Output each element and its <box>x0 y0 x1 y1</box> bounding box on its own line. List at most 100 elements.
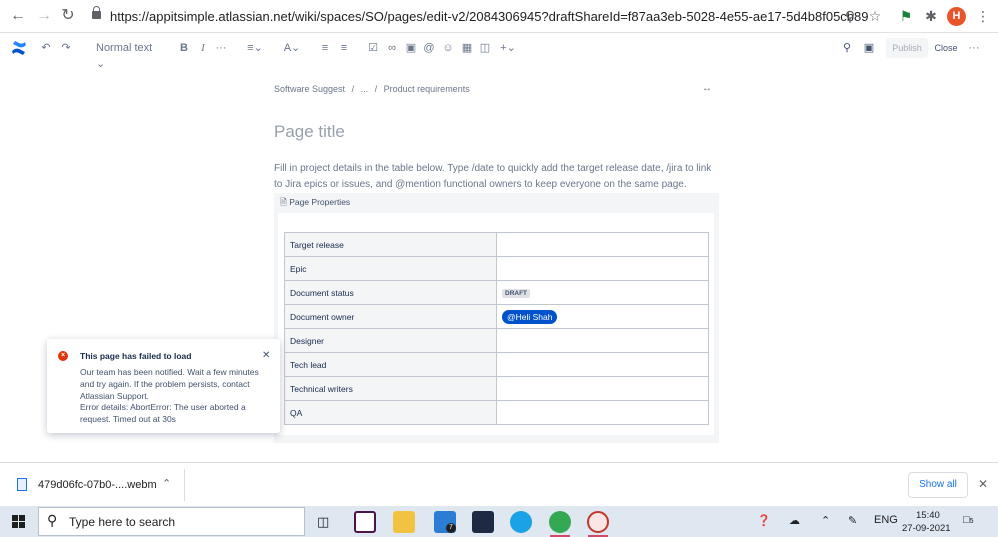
chevron-up-icon[interactable]: ⌃ <box>821 514 830 527</box>
browser-menu-icon[interactable]: ⋮ <box>975 8 991 24</box>
forward-arrow-icon[interactable]: → <box>34 6 54 26</box>
more-formatting-icon[interactable]: ··· <box>215 40 227 56</box>
table-row: Epic <box>284 256 709 281</box>
powershell-icon[interactable] <box>472 511 494 533</box>
breadcrumb-parent-link[interactable]: Product requirements <box>384 84 470 94</box>
redo-icon[interactable]: ↷ <box>60 40 72 56</box>
phone-app-icon[interactable]: 7 <box>434 511 456 533</box>
link-icon[interactable]: ∞ <box>386 40 398 56</box>
search-icon: ⚲ <box>47 512 58 528</box>
checkbox-icon[interactable]: ☑ <box>367 40 379 56</box>
close-button[interactable]: Close <box>934 38 958 58</box>
clock-time[interactable]: 15:40 <box>916 510 940 521</box>
language-indicator[interactable]: ENG <box>874 514 898 526</box>
pen-icon[interactable]: ✎ <box>848 514 857 527</box>
page-properties-macro[interactable]: 🗎 Page Properties Target release Epic Do… <box>274 193 719 443</box>
restrictions-icon[interactable]: ▣ <box>863 40 875 56</box>
profile-avatar[interactable]: H <box>947 7 966 26</box>
notification-icon[interactable]: □5 <box>963 514 974 526</box>
table-key-cell[interactable]: Document status <box>284 280 497 305</box>
address-bar[interactable]: https://appitsimple.atlassian.net/wiki/s… <box>110 9 869 24</box>
macro-title: Page Properties <box>289 197 351 207</box>
undo-icon[interactable]: ↶ <box>40 40 52 56</box>
table-value-cell[interactable] <box>496 256 709 281</box>
emoji-icon[interactable]: ☺ <box>442 40 454 56</box>
table-icon[interactable]: ▦ <box>461 40 473 56</box>
breadcrumb-space-link[interactable]: Software Suggest <box>274 84 345 94</box>
bullet-list-icon[interactable]: ≡ <box>319 40 331 56</box>
reload-icon[interactable]: ↻ <box>58 6 78 26</box>
page-title-input[interactable]: Page title <box>274 122 345 142</box>
table-value-cell[interactable] <box>496 400 709 425</box>
publish-button[interactable]: Publish <box>886 38 928 58</box>
table-key-cell[interactable]: Target release <box>284 232 497 257</box>
download-item[interactable]: 479d06fc-07b0-....webm <box>38 479 157 491</box>
table-value-cell[interactable] <box>496 352 709 377</box>
search-placeholder: Type here to search <box>69 515 176 529</box>
back-arrow-icon[interactable]: ← <box>8 6 28 26</box>
table-row: Designer <box>284 328 709 353</box>
windows-taskbar: ⚲ Type here to search ◫ 7 ❓ ☁ ⌃ ✎ ENG 15… <box>0 506 998 537</box>
error-message: Our team has been notified. Wait a few m… <box>80 367 275 426</box>
show-all-button[interactable]: Show all <box>908 472 968 498</box>
italic-icon[interactable]: I <box>197 40 209 56</box>
task-view-icon[interactable]: ◫ <box>317 514 329 530</box>
table-key-cell[interactable]: Document owner <box>284 304 497 329</box>
user-mention[interactable]: @Heli Shah <box>502 309 558 324</box>
text-color-dropdown-icon[interactable]: A⌄ <box>282 40 302 56</box>
properties-table: Target release Epic Document status DRAF… <box>284 232 709 425</box>
table-key-cell[interactable]: Tech lead <box>284 352 497 377</box>
expand-width-icon[interactable]: ↔ <box>702 83 712 94</box>
layout-icon[interactable]: ◫ <box>479 40 491 56</box>
find-replace-icon[interactable]: ⚲ <box>841 40 853 56</box>
clock-date[interactable]: 27-09-2021 <box>902 523 951 534</box>
extensions-puzzle-icon[interactable]: ✱ <box>923 8 939 24</box>
intro-paragraph[interactable]: Fill in project details in the table bel… <box>274 161 719 193</box>
table-value-cell[interactable] <box>496 232 709 257</box>
help-icon[interactable]: ❓ <box>757 514 771 527</box>
table-value-cell[interactable]: DRAFT <box>496 280 709 305</box>
file-explorer-icon[interactable] <box>393 511 415 533</box>
text-style-dropdown[interactable]: Normal text ⌄ <box>96 40 156 70</box>
image-icon[interactable]: ▣ <box>405 40 417 56</box>
macro-body: Target release Epic Document status DRAF… <box>278 213 714 435</box>
status-lozenge[interactable]: DRAFT <box>502 289 531 298</box>
download-shelf: 479d06fc-07b0-....webm ⌃ Show all ✕ <box>0 462 998 506</box>
slack-icon[interactable] <box>354 511 376 533</box>
macro-header: 🗎 Page Properties <box>280 197 350 211</box>
notification-count: 5 <box>969 518 974 525</box>
breadcrumb-ellipsis[interactable]: ... <box>361 84 369 94</box>
close-icon[interactable]: ✕ <box>262 350 270 361</box>
table-value-cell[interactable] <box>496 376 709 401</box>
mention-icon[interactable]: @ <box>423 40 435 56</box>
lock-icon[interactable] <box>92 6 101 19</box>
badge-count: 7 <box>446 523 456 533</box>
network-icon[interactable]: ☁ <box>789 514 800 527</box>
numbered-list-icon[interactable]: ≡ <box>338 40 350 56</box>
windows-start-icon[interactable] <box>12 515 26 529</box>
divider <box>184 469 185 501</box>
table-key-cell[interactable]: QA <box>284 400 497 425</box>
bold-icon[interactable]: B <box>178 40 190 56</box>
flag-extension-icon[interactable]: ⚑ <box>898 8 914 24</box>
error-details-text: Error details: AbortError: The user abor… <box>80 402 246 425</box>
table-key-cell[interactable]: Epic <box>284 256 497 281</box>
close-icon[interactable]: ✕ <box>978 477 988 491</box>
chevron-up-icon[interactable]: ⌃ <box>162 477 171 490</box>
alignment-dropdown-icon[interactable]: ≡⌄ <box>245 40 265 56</box>
table-value-cell[interactable]: @Heli Shah <box>496 304 709 329</box>
chrome-icon[interactable] <box>549 511 571 533</box>
insert-dropdown-icon[interactable]: +⌄ <box>498 40 518 56</box>
table-row: Document status DRAFT <box>284 280 709 305</box>
taskbar-search-box[interactable]: ⚲ Type here to search <box>38 507 305 536</box>
bookmark-star-icon[interactable]: ☆ <box>867 8 883 24</box>
table-key-cell[interactable]: Technical writers <box>284 376 497 401</box>
table-key-cell[interactable]: Designer <box>284 328 497 353</box>
breadcrumb: Software Suggest / ... / Product require… <box>274 84 474 94</box>
table-value-cell[interactable] <box>496 328 709 353</box>
more-options-icon[interactable]: ··· <box>968 40 980 56</box>
screen-recorder-icon[interactable] <box>587 511 609 533</box>
edge-icon[interactable] <box>510 511 532 533</box>
confluence-logo-icon[interactable] <box>11 40 27 56</box>
zoom-icon[interactable]: ⚲ <box>842 8 858 24</box>
